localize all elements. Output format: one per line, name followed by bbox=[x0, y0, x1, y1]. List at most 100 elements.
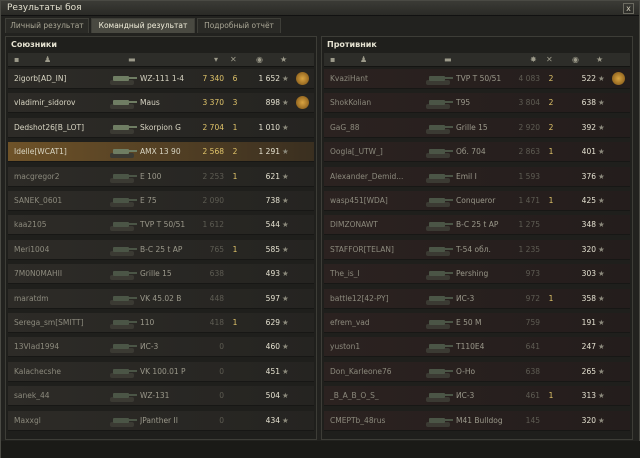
medal-icon[interactable] bbox=[612, 72, 625, 85]
player-row[interactable]: 13Vlad1994 ИС-3 0 460 ★ bbox=[8, 337, 314, 358]
tank-name: Maus bbox=[140, 98, 160, 108]
xp-value: 191 bbox=[581, 318, 596, 327]
frags-icon[interactable]: ✕ bbox=[546, 55, 553, 64]
tank-icon bbox=[108, 217, 138, 233]
player-row[interactable]: 2igorb[AD_IN] WZ-111 1-4 7 340 6 1 652 ★ bbox=[8, 69, 314, 89]
damage-value: 759 bbox=[525, 318, 540, 327]
frags-value: 1 bbox=[232, 244, 238, 254]
player-row[interactable]: DIMZONAWT B-C 25 t AP 1 275 348 ★ bbox=[324, 215, 630, 236]
player-row[interactable]: sanek_44 WZ-131 0 504 ★ bbox=[8, 386, 314, 407]
tab-team-result[interactable]: Командный результат bbox=[91, 18, 195, 33]
star-icon: ★ bbox=[282, 98, 289, 108]
tank-icon bbox=[108, 95, 138, 111]
player-row[interactable]: Kalachecshe VK 100.01 P 0 451 ★ bbox=[8, 361, 314, 382]
damage-value: 638 bbox=[525, 366, 540, 376]
player-row[interactable]: vladimir_sidorov Maus 3 370 3 898 ★ bbox=[8, 93, 314, 114]
xp-icon[interactable]: ◉ bbox=[256, 55, 263, 64]
xp-icon[interactable]: ◉ bbox=[572, 55, 579, 64]
damage-value: 973 bbox=[525, 269, 540, 279]
player-name: vladimir_sidorov bbox=[14, 98, 76, 108]
player-icon[interactable]: ♟ bbox=[44, 55, 51, 64]
xp-value: 638 bbox=[581, 98, 596, 108]
enemies-header: ▪ ♟ ▬ ✸ ✕ ◉ ★ bbox=[324, 53, 630, 67]
damage-value: 4 083 bbox=[518, 74, 540, 83]
player-row[interactable]: Don_Karleone76 O-Ho 638 265 ★ bbox=[324, 361, 630, 382]
player-row[interactable]: The_is_I Pershing 973 303 ★ bbox=[324, 264, 630, 285]
player-row[interactable]: Serega_sm[SMITT] 110 418 1 629 ★ bbox=[8, 313, 314, 333]
xp-value: 738 bbox=[265, 196, 280, 205]
tank-name: B-C 25 t AP bbox=[140, 244, 183, 254]
player-name: Serega_sm[SMITT] bbox=[14, 318, 84, 327]
star-icon: ★ bbox=[282, 391, 289, 401]
damage-icon[interactable]: ✸ bbox=[530, 55, 537, 64]
window-title: Результаты боя bbox=[7, 3, 82, 13]
player-row[interactable]: SANEK_0601 E 75 2 090 738 ★ bbox=[8, 191, 314, 211]
player-row[interactable]: CMEPTb_48rus M41 Bulldog 145 320 ★ bbox=[324, 410, 630, 431]
damage-value: 0 bbox=[219, 366, 224, 376]
player-row[interactable]: GaG_88 Grille 15 2 920 2 392 ★ bbox=[324, 117, 630, 138]
tank-icon bbox=[424, 364, 454, 380]
player-name: kaa2105 bbox=[14, 220, 47, 230]
tank-name: VK 100.01 P bbox=[140, 366, 186, 376]
star-icon: ★ bbox=[282, 220, 289, 230]
tank-name: TVP T 50/51 bbox=[456, 74, 502, 83]
player-row[interactable]: ShokKolian T95 3 804 2 638 ★ bbox=[324, 93, 630, 114]
platoon-icon[interactable]: ▪ bbox=[14, 55, 19, 64]
player-name: _B_A_B_O_S_ bbox=[330, 391, 379, 401]
star-icon: ★ bbox=[282, 122, 289, 132]
tank-icon bbox=[424, 413, 454, 429]
damage-value: 0 bbox=[219, 415, 224, 425]
close-button[interactable]: x bbox=[623, 3, 634, 14]
player-row[interactable]: Meri1004 B-C 25 t AP 765 1 585 ★ bbox=[8, 239, 314, 260]
star-icon: ★ bbox=[282, 293, 289, 303]
damage-sort-icon[interactable]: ▾ bbox=[214, 55, 218, 64]
tank-type-icon[interactable]: ▬ bbox=[444, 55, 452, 64]
medal-icon[interactable] bbox=[296, 96, 309, 110]
tank-name: Pershing bbox=[456, 269, 489, 279]
player-icon[interactable]: ♟ bbox=[360, 55, 367, 64]
player-row[interactable]: STAFFOR[TELAN] T-54 обл. 1 235 320 ★ bbox=[324, 239, 630, 260]
tank-icon bbox=[424, 388, 454, 404]
damage-value: 2 568 bbox=[202, 147, 224, 157]
medal-icon[interactable] bbox=[296, 72, 309, 85]
frags-value: 2 bbox=[548, 74, 554, 83]
star-icon: ★ bbox=[282, 74, 289, 83]
player-row[interactable]: macgregor2 E 100 2 253 1 621 ★ bbox=[8, 166, 314, 187]
tab-personal-result[interactable]: Личный результат bbox=[5, 18, 89, 33]
tank-name: ИС-3 bbox=[140, 342, 159, 352]
player-row[interactable]: yuston1 T110E4 641 247 ★ bbox=[324, 337, 630, 358]
allies-title: Союзники bbox=[11, 40, 57, 49]
xp-value: 313 bbox=[581, 391, 596, 401]
player-row[interactable]: Maxxgl JPanther II 0 434 ★ bbox=[8, 410, 314, 431]
star-icon: ★ bbox=[598, 391, 605, 401]
player-row[interactable]: maratdm VK 45.02 B 448 597 ★ bbox=[8, 288, 314, 309]
xp-value: 434 bbox=[265, 415, 280, 425]
player-row[interactable]: Dedshot26[B_LOT] Skorpion G 2 704 1 1 010 ★ bbox=[8, 117, 314, 138]
player-name: battle12[42-PY] bbox=[330, 293, 389, 303]
star-header-icon[interactable]: ★ bbox=[596, 55, 603, 64]
player-name: 7M0N0MAHII bbox=[14, 269, 63, 279]
damage-value: 2 090 bbox=[202, 196, 224, 205]
star-header-icon[interactable]: ★ bbox=[280, 55, 287, 64]
tank-name: B-C 25 t AP bbox=[456, 220, 499, 230]
player-row[interactable]: kaa2105 TVP T 50/51 1 612 544 ★ bbox=[8, 215, 314, 236]
player-name: KvaziHant bbox=[330, 74, 368, 83]
tank-type-icon[interactable]: ▬ bbox=[128, 55, 136, 64]
frags-icon[interactable]: ✕ bbox=[230, 55, 237, 64]
player-row[interactable]: _B_A_B_O_S_ ИС-3 461 1 313 ★ bbox=[324, 386, 630, 407]
player-row[interactable]: Alexander_Demid... Emil I 1 593 376 ★ bbox=[324, 166, 630, 187]
player-row[interactable]: battle12[42-PY] ИС-3 972 1 358 ★ bbox=[324, 288, 630, 309]
player-row[interactable]: wasp451[WDA] Conqueror 1 471 1 425 ★ bbox=[324, 191, 630, 211]
player-row[interactable]: efrem_vad E 50 M 759 191 ★ bbox=[324, 313, 630, 333]
player-row[interactable]: Idelle[WCAT1] AMX 13 90 2 568 2 1 291 ★ bbox=[8, 142, 314, 163]
player-row[interactable]: Oogla[_UTW_] Об. 704 2 863 1 401 ★ bbox=[324, 142, 630, 163]
enemies-title: Противник bbox=[327, 40, 377, 49]
tab-detailed-report[interactable]: Подробный отчёт bbox=[197, 18, 281, 33]
allies-panel: Союзники ▪ ♟ ▬ ▾ ✕ ◉ ★ 2igorb[AD_IN] WZ-1… bbox=[5, 36, 317, 440]
xp-value: 425 bbox=[581, 196, 596, 205]
star-icon: ★ bbox=[282, 147, 289, 157]
star-icon: ★ bbox=[598, 74, 605, 83]
player-row[interactable]: 7M0N0MAHII Grille 15 638 493 ★ bbox=[8, 264, 314, 285]
platoon-icon[interactable]: ▪ bbox=[330, 55, 335, 64]
player-row[interactable]: KvaziHant TVP T 50/51 4 083 2 522 ★ bbox=[324, 69, 630, 89]
